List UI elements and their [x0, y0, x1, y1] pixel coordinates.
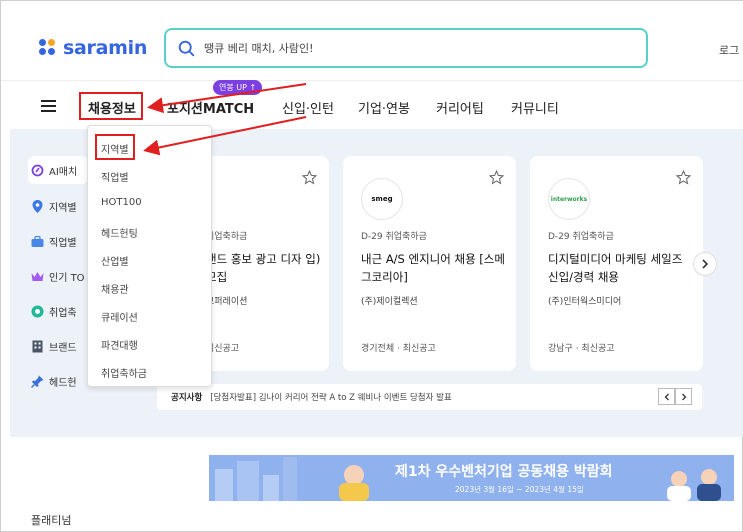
card-meta: D-29 취업축하금	[361, 232, 427, 242]
highlight-box-region	[95, 134, 135, 160]
card-location: 강남구 · 최신공고	[548, 344, 615, 354]
card-title[interactable]: 디지털미디어 마케팅 세일즈 신입/경력 채용	[548, 250, 693, 286]
card-meta: D-29 취업축하금	[548, 232, 614, 242]
highlight-box-jobs	[79, 92, 143, 120]
sidebar-item-label: 직업별	[49, 238, 77, 249]
sidebar-item-job[interactable]: 직업별	[31, 234, 77, 249]
chevron-right-icon	[681, 393, 686, 400]
banner-date: 2023년 3월 16일 ~ 2023년 4월 15일	[455, 485, 584, 494]
sidebar-item-headhunt[interactable]: 헤드헌	[31, 374, 77, 389]
building-icon	[31, 340, 44, 353]
card-title[interactable]: 랜드 홍보 광고 디자 입) 모집	[206, 250, 321, 286]
pin-icon	[31, 375, 44, 388]
dropdown-item-bonus[interactable]: 취업축하금	[101, 365, 147, 380]
star-icon[interactable]	[302, 170, 317, 185]
card-company: (주)인터웍스미디어	[548, 297, 622, 307]
dropdown-item-hot100[interactable]: HOT100	[101, 197, 142, 208]
sidebar-item-label: 인기 TO	[49, 273, 85, 284]
notice-bar[interactable]: 공지사항 [당첨자발표] 김나이 커리어 전략 A to Z 웨비나 이벤트 당…	[157, 384, 702, 410]
notice-next-button[interactable]	[675, 388, 692, 405]
company-logo-smeg: smeg	[361, 178, 403, 220]
carousel-next-button[interactable]	[693, 252, 717, 276]
login-link[interactable]: 로그	[719, 42, 739, 58]
card-meta: 취업축하금	[206, 232, 248, 242]
nav-item-company-salary[interactable]: 기업·연봉	[358, 98, 410, 117]
ai-match-icon	[31, 164, 44, 177]
briefcase-icon	[31, 235, 44, 248]
sidebar-item-bonus[interactable]: 취업축	[31, 304, 77, 319]
search-bar[interactable]	[164, 28, 648, 68]
sidebar-item-label: 헤드헌	[49, 378, 77, 389]
sidebar-item-popular[interactable]: 인기 TO	[31, 269, 85, 284]
job-card[interactable]: smeg D-29 취업축하금 내근 A/S 엔지니어 채용 [스메그코리아] …	[343, 156, 516, 371]
menu-icon[interactable]	[41, 100, 56, 112]
chevron-left-icon	[664, 393, 669, 400]
saramin-logo[interactable]: saramin	[39, 37, 147, 59]
header: saramin 로그	[1, 1, 743, 81]
card-company: 코퍼레이션	[206, 297, 248, 307]
notice-controls	[658, 388, 692, 405]
dropdown-item-job[interactable]: 직업별	[101, 169, 129, 184]
salary-up-badge: 연봉 UP ↑	[213, 80, 263, 95]
sidebar-item-region[interactable]: 지역별	[31, 199, 77, 214]
nav-item-newcomer-intern[interactable]: 신입·인턴	[282, 98, 334, 117]
sidebar-item-brand[interactable]: 브랜드	[31, 339, 77, 354]
dropdown-item-headhunting[interactable]: 헤드헌팅	[101, 225, 138, 240]
search-input[interactable]	[204, 41, 646, 55]
company-logo-interworks: interworks	[548, 178, 590, 220]
sidebar-item-label: AI매치	[49, 167, 78, 178]
sidebar-item-label: 취업축	[49, 308, 77, 319]
banner-title: 제1차 우수벤처기업 공동채용 박람회	[395, 464, 613, 480]
crown-icon	[31, 270, 44, 283]
bonus-coin-icon	[31, 305, 44, 318]
nav-item-position-match[interactable]: 포지션MATCH	[167, 98, 254, 117]
sidebar-item-label: 브랜드	[49, 343, 77, 354]
location-pin-icon	[31, 200, 44, 213]
notice-prev-button[interactable]	[658, 388, 675, 405]
job-card[interactable]: interworks D-29 취업축하금 디지털미디어 마케팅 세일즈 신입/…	[530, 156, 703, 371]
nav-item-community[interactable]: 커뮤니티	[511, 98, 559, 117]
sidebar-item-label: 지역별	[49, 203, 77, 214]
logo-dots-icon	[39, 39, 57, 57]
card-title[interactable]: 내근 A/S 엔지니어 채용 [스메그코리아]	[361, 250, 506, 286]
card-company: (주)제이컬렉션	[361, 297, 418, 307]
card-location: 경기전체 · 최신공고	[361, 344, 436, 354]
star-icon[interactable]	[489, 170, 504, 185]
dropdown-item-curation[interactable]: 큐레이션	[101, 309, 138, 324]
dropdown-item-recruit-hall[interactable]: 채용관	[101, 281, 129, 296]
search-icon	[178, 40, 195, 56]
jobs-dropdown-menu: 지역별 직업별 HOT100 헤드헌팅 산업별 채용관 큐레이션 파견대행 취업…	[87, 125, 212, 387]
star-icon[interactable]	[676, 170, 691, 185]
notice-label: 공지사항	[171, 393, 203, 403]
notice-text[interactable]: [당첨자발표] 김나이 커리어 전략 A to Z 웨비나 이벤트 당첨자 발표	[210, 391, 452, 403]
dropdown-item-industry[interactable]: 산업별	[101, 253, 129, 268]
nav-item-career-tips[interactable]: 커리어팁	[436, 98, 484, 117]
dropdown-item-dispatch[interactable]: 파견대행	[101, 337, 138, 352]
job-fair-banner[interactable]: 제1차 우수벤처기업 공동채용 박람회 2023년 3월 16일 ~ 2023년…	[209, 455, 734, 501]
logo-text: saramin	[63, 37, 148, 59]
chevron-right-icon	[702, 259, 709, 269]
section-title-platinum: 플래티넘	[31, 514, 72, 527]
sidebar-item-ai-match[interactable]: AI매치	[31, 163, 77, 178]
